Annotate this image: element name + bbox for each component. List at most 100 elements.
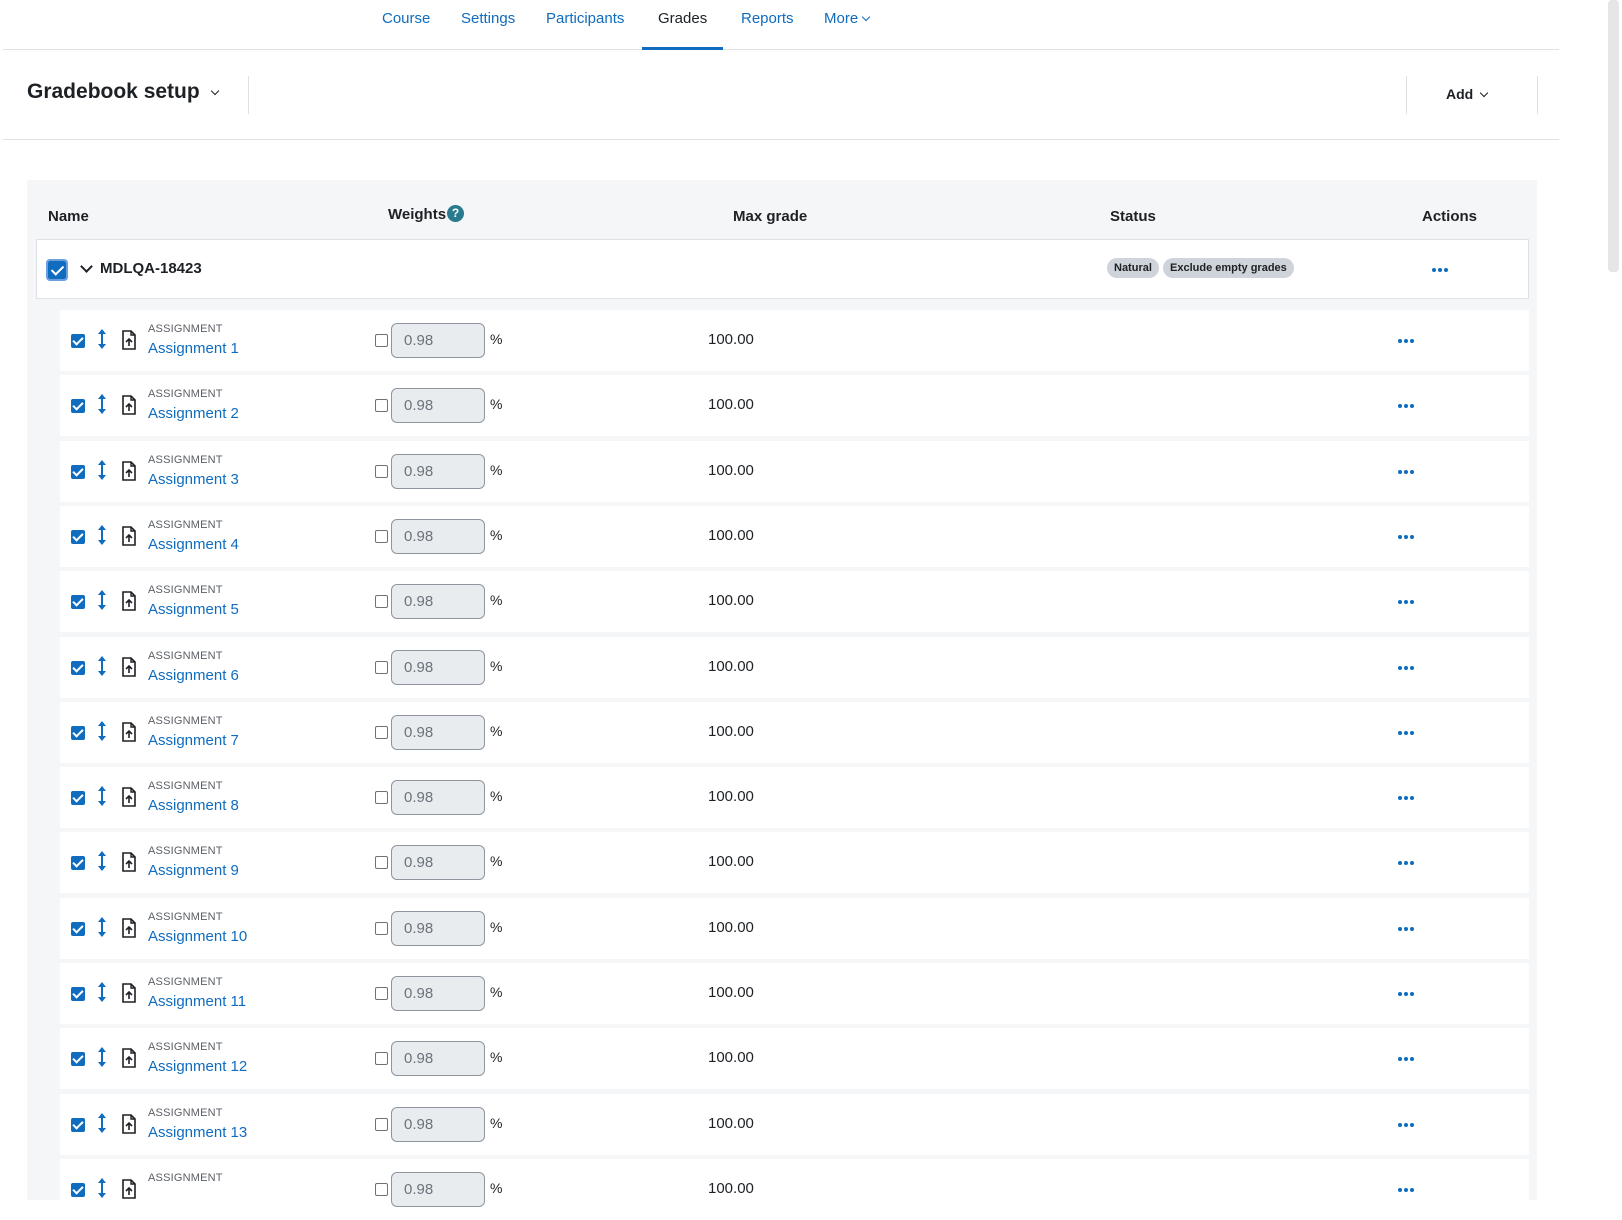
- move-arrows-icon[interactable]: [96, 785, 108, 807]
- weight-override-checkbox[interactable]: [375, 595, 388, 608]
- weight-override-checkbox[interactable]: [375, 465, 388, 478]
- item-select-checkbox[interactable]: [71, 791, 85, 805]
- item-actions-menu[interactable]: [1398, 1057, 1414, 1061]
- item-actions-menu[interactable]: [1398, 992, 1414, 996]
- item-name-link[interactable]: Assignment 4: [148, 536, 239, 553]
- weight-override-checkbox[interactable]: [375, 987, 388, 1000]
- weight-override-checkbox[interactable]: [375, 530, 388, 543]
- chevron-down-icon[interactable]: [80, 260, 93, 273]
- weight-override-checkbox[interactable]: [375, 856, 388, 869]
- move-arrows-icon[interactable]: [96, 916, 108, 938]
- item-actions-menu[interactable]: [1398, 796, 1414, 800]
- move-arrows-icon[interactable]: [96, 1177, 108, 1199]
- item-select-checkbox[interactable]: [71, 856, 85, 870]
- item-actions-menu[interactable]: [1398, 470, 1414, 474]
- item-select-checkbox[interactable]: [71, 595, 85, 609]
- item-actions-menu[interactable]: [1398, 404, 1414, 408]
- weight-input[interactable]: [391, 454, 485, 489]
- weight-input[interactable]: [391, 388, 485, 423]
- item-actions-menu[interactable]: [1398, 339, 1414, 343]
- item-type-label: ASSIGNMENT: [148, 323, 223, 335]
- item-select-checkbox[interactable]: [71, 922, 85, 936]
- category-actions-menu[interactable]: [1432, 268, 1448, 272]
- item-name-link[interactable]: Assignment 13: [148, 1124, 247, 1141]
- move-arrows-icon[interactable]: [96, 459, 108, 481]
- weight-override-checkbox[interactable]: [375, 399, 388, 412]
- weight-input[interactable]: [391, 845, 485, 880]
- weight-input[interactable]: [391, 1172, 485, 1207]
- tab-settings[interactable]: Settings: [461, 0, 515, 50]
- weight-override-checkbox[interactable]: [375, 922, 388, 935]
- item-select-checkbox[interactable]: [71, 1118, 85, 1132]
- tab-course[interactable]: Course: [382, 0, 430, 50]
- weight-input[interactable]: [391, 1041, 485, 1076]
- scrollbar-thumb[interactable]: [1608, 0, 1619, 272]
- category-select-checkbox[interactable]: [46, 259, 68, 281]
- item-actions-menu[interactable]: [1398, 1188, 1414, 1192]
- item-name-link[interactable]: Assignment 9: [148, 862, 239, 879]
- weight-override-checkbox[interactable]: [375, 791, 388, 804]
- item-select-checkbox[interactable]: [71, 661, 85, 675]
- tab-grades[interactable]: Grades: [642, 0, 724, 50]
- weight-override-checkbox[interactable]: [375, 1052, 388, 1065]
- weight-override-checkbox[interactable]: [375, 726, 388, 739]
- weight-input[interactable]: [391, 584, 485, 619]
- item-name-link[interactable]: Assignment 10: [148, 928, 247, 945]
- item-type-label: ASSIGNMENT: [148, 1172, 223, 1184]
- weight-input[interactable]: [391, 715, 485, 750]
- item-select-checkbox[interactable]: [71, 399, 85, 413]
- item-name-link[interactable]: Assignment 3: [148, 471, 239, 488]
- weight-input[interactable]: [391, 1107, 485, 1142]
- weight-override-checkbox[interactable]: [375, 1183, 388, 1196]
- item-name-link[interactable]: Assignment 2: [148, 405, 239, 422]
- weight-input[interactable]: [391, 323, 485, 358]
- tab-participants[interactable]: Participants: [546, 0, 624, 50]
- weight-override-checkbox[interactable]: [375, 334, 388, 347]
- item-actions-menu[interactable]: [1398, 927, 1414, 931]
- item-actions-menu[interactable]: [1398, 1123, 1414, 1127]
- add-dropdown-button[interactable]: Add: [1446, 86, 1489, 102]
- item-select-checkbox[interactable]: [71, 726, 85, 740]
- weight-input[interactable]: [391, 650, 485, 685]
- item-select-checkbox[interactable]: [71, 987, 85, 1001]
- move-arrows-icon[interactable]: [96, 720, 108, 742]
- item-name-link[interactable]: Assignment 11: [148, 993, 246, 1010]
- tab-reports[interactable]: Reports: [741, 0, 794, 50]
- item-name-link[interactable]: Assignment 12: [148, 1058, 247, 1075]
- item-select-checkbox[interactable]: [71, 1183, 85, 1197]
- item-select-checkbox[interactable]: [71, 334, 85, 348]
- weight-input[interactable]: [391, 780, 485, 815]
- item-select-checkbox[interactable]: [71, 465, 85, 479]
- max-grade-value: 100.00: [708, 984, 754, 1001]
- move-arrows-icon[interactable]: [96, 393, 108, 415]
- item-name-link[interactable]: Assignment 8: [148, 797, 239, 814]
- move-arrows-icon[interactable]: [96, 655, 108, 677]
- move-arrows-icon[interactable]: [96, 850, 108, 872]
- item-name-link[interactable]: Assignment 7: [148, 732, 239, 749]
- item-actions-menu[interactable]: [1398, 861, 1414, 865]
- move-arrows-icon[interactable]: [96, 1046, 108, 1068]
- item-name-link[interactable]: Assignment 5: [148, 601, 239, 618]
- move-arrows-icon[interactable]: [96, 1112, 108, 1134]
- move-arrows-icon[interactable]: [96, 589, 108, 611]
- move-arrows-icon[interactable]: [96, 524, 108, 546]
- item-select-checkbox[interactable]: [71, 530, 85, 544]
- item-name-link[interactable]: Assignment 1: [148, 340, 239, 357]
- weight-override-checkbox[interactable]: [375, 661, 388, 674]
- weight-override-checkbox[interactable]: [375, 1118, 388, 1131]
- move-arrows-icon[interactable]: [96, 981, 108, 1003]
- item-actions-menu[interactable]: [1398, 535, 1414, 539]
- item-actions-menu[interactable]: [1398, 666, 1414, 670]
- question-circle-icon[interactable]: ?: [447, 205, 465, 222]
- item-actions-menu[interactable]: [1398, 731, 1414, 735]
- weight-input[interactable]: [391, 911, 485, 946]
- percent-sign: %: [490, 723, 503, 739]
- item-name-link[interactable]: Assignment 6: [148, 667, 239, 684]
- weight-input[interactable]: [391, 519, 485, 554]
- tab-more[interactable]: More: [824, 0, 871, 50]
- move-arrows-icon[interactable]: [96, 328, 108, 350]
- item-actions-menu[interactable]: [1398, 600, 1414, 604]
- weight-input[interactable]: [391, 976, 485, 1011]
- gradebook-setup-selector[interactable]: Gradebook setup: [27, 80, 219, 104]
- item-select-checkbox[interactable]: [71, 1052, 85, 1066]
